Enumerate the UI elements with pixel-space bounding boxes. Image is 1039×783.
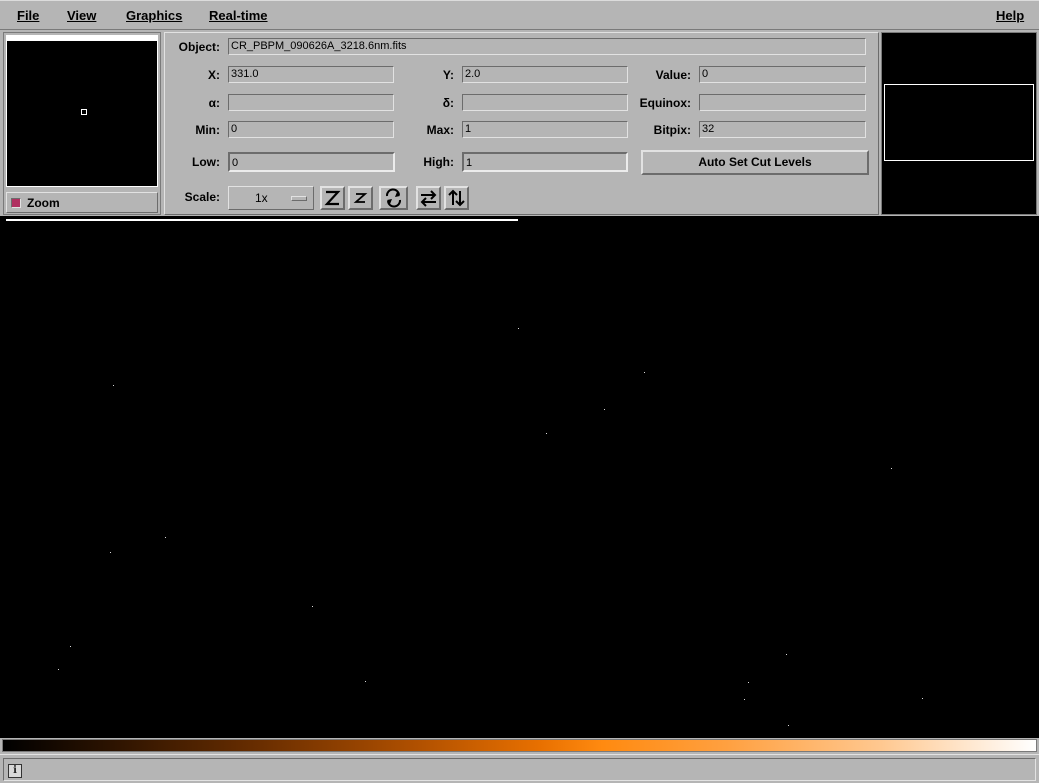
image-pixel bbox=[70, 646, 71, 647]
rotate-icon bbox=[386, 188, 401, 208]
image-pixel bbox=[604, 409, 605, 410]
max-label: Max: bbox=[426, 123, 454, 137]
image-pixel bbox=[744, 699, 745, 700]
info-panel: Object: CR_PBPM_090626A_3218.6nm.fits X:… bbox=[164, 32, 879, 215]
pan-view-rectangle[interactable] bbox=[884, 84, 1034, 161]
low-label: Low: bbox=[192, 155, 220, 169]
colorbar[interactable] bbox=[2, 739, 1037, 752]
image-pixel bbox=[748, 682, 749, 683]
min-field: 0 bbox=[228, 121, 394, 138]
image-pixel bbox=[788, 725, 789, 726]
y-label: Y: bbox=[442, 68, 454, 82]
status-bar: i bbox=[0, 754, 1039, 783]
high-label: High: bbox=[423, 155, 454, 169]
delta-field bbox=[462, 94, 628, 111]
image-pixel bbox=[365, 681, 366, 682]
image-pixel bbox=[891, 468, 892, 469]
zoom-out-icon bbox=[353, 193, 368, 203]
menu-file[interactable]: File bbox=[17, 8, 39, 23]
scale-label: Scale: bbox=[184, 190, 220, 204]
low-input[interactable]: 0 bbox=[228, 152, 395, 172]
zoom-panel: Zoom bbox=[3, 32, 161, 215]
image-pixel bbox=[58, 669, 59, 670]
zoom-label: Zoom bbox=[27, 196, 60, 210]
high-input[interactable]: 1 bbox=[462, 152, 628, 172]
y-field: 2.0 bbox=[462, 66, 628, 83]
flip-x-icon bbox=[420, 190, 437, 207]
rotate-button[interactable] bbox=[379, 186, 408, 210]
menu-realtime[interactable]: Real-time bbox=[209, 8, 268, 23]
zoom-toggle-button[interactable]: Zoom bbox=[6, 192, 158, 213]
min-label: Min: bbox=[195, 123, 220, 137]
image-pixel bbox=[110, 552, 111, 553]
zoom-in-icon bbox=[324, 190, 341, 206]
image-pixel bbox=[165, 537, 166, 538]
image-pixel bbox=[113, 385, 114, 386]
x-field: 331.0 bbox=[228, 66, 394, 83]
equinox-field bbox=[699, 94, 866, 111]
image-pixel bbox=[922, 698, 923, 699]
image-pixel bbox=[786, 654, 787, 655]
alpha-field bbox=[228, 94, 394, 111]
value-label: Value: bbox=[655, 68, 691, 82]
zoom-view[interactable] bbox=[6, 35, 158, 187]
image-data-row bbox=[6, 219, 518, 221]
auto-set-cut-levels-button[interactable]: Auto Set Cut Levels bbox=[641, 150, 869, 175]
zoom-cursor-marker bbox=[81, 109, 87, 115]
object-field: CR_PBPM_090626A_3218.6nm.fits bbox=[228, 38, 866, 55]
flip-x-button[interactable] bbox=[416, 186, 441, 210]
zoom-in-button[interactable] bbox=[320, 186, 345, 210]
alpha-label: α: bbox=[208, 96, 220, 110]
status-field: i bbox=[3, 758, 1036, 781]
pan-panel[interactable] bbox=[881, 32, 1037, 215]
object-label: Object: bbox=[178, 40, 220, 54]
value-field: 0 bbox=[699, 66, 866, 83]
bitpix-field: 32 bbox=[699, 121, 866, 138]
max-field: 1 bbox=[462, 121, 628, 138]
zoom-out-button[interactable] bbox=[348, 186, 373, 210]
image-pixel bbox=[312, 606, 313, 607]
menu-graphics[interactable]: Graphics bbox=[126, 8, 182, 23]
menu-view[interactable]: View bbox=[67, 8, 96, 23]
menu-help[interactable]: Help bbox=[996, 8, 1024, 23]
option-menu-indicator bbox=[291, 196, 307, 201]
zoom-checkbox[interactable] bbox=[11, 198, 21, 208]
menu-bar: File View Graphics Real-time Help bbox=[0, 0, 1039, 30]
flip-y-button[interactable] bbox=[444, 186, 469, 210]
scale-menu-button[interactable]: 1x bbox=[228, 186, 314, 210]
equinox-label: Equinox: bbox=[639, 96, 691, 110]
delta-label: δ: bbox=[442, 96, 454, 110]
image-pixel bbox=[644, 372, 645, 373]
x-label: X: bbox=[208, 68, 220, 82]
image-pixel bbox=[518, 328, 519, 329]
flip-y-icon bbox=[448, 189, 465, 207]
scale-value: 1x bbox=[255, 191, 268, 205]
main-image-canvas[interactable] bbox=[0, 216, 1039, 738]
image-pixel bbox=[546, 433, 547, 434]
info-icon: i bbox=[8, 764, 22, 778]
bitpix-label: Bitpix: bbox=[653, 123, 691, 137]
